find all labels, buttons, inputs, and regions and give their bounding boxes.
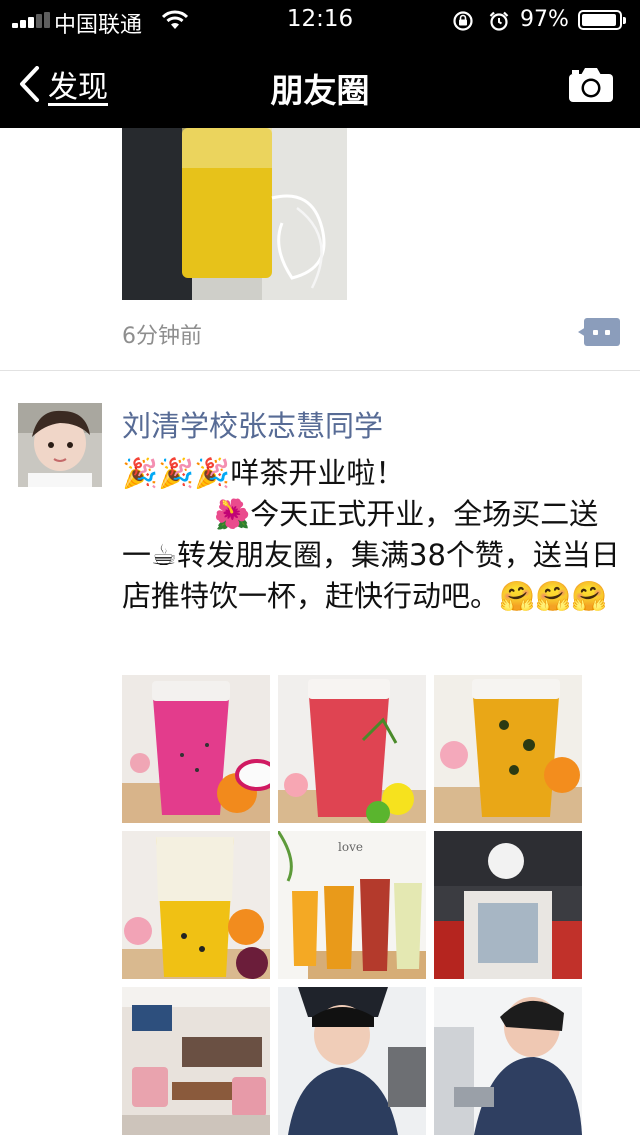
moments-feed[interactable]: 6分钟前 刘清学校张志慧同学 🎉🎉🎉咩茶开业啦！ 🌺今天正式开业，全场买二送一☕… bbox=[0, 128, 640, 1136]
rotation-lock-icon bbox=[453, 11, 473, 31]
navigation-bar: 发现 朋友圈 bbox=[0, 40, 640, 128]
photo-thumbnail[interactable] bbox=[122, 128, 347, 300]
post-author[interactable]: 刘清学校张志慧同学 bbox=[122, 403, 383, 445]
photo-thumbnail[interactable] bbox=[434, 831, 582, 979]
photo-thumbnail[interactable] bbox=[122, 675, 270, 823]
photo-thumbnail[interactable] bbox=[278, 675, 426, 823]
svg-text:love: love bbox=[338, 840, 363, 854]
photo-thumbnail[interactable] bbox=[434, 675, 582, 823]
page-title: 朋友圈 bbox=[270, 71, 370, 110]
post-divider bbox=[0, 370, 640, 371]
photo-thumbnail[interactable]: love bbox=[278, 831, 426, 979]
photo-thumbnail[interactable] bbox=[434, 987, 582, 1135]
post-text: 🎉🎉🎉咩茶开业啦！ 🌺今天正式开业，全场买二送一☕转发朋友圈，集满38个赞，送当… bbox=[122, 456, 620, 613]
post-timestamp: 6分钟前 bbox=[122, 324, 202, 349]
status-bar: 中国联通 12:16 97% bbox=[0, 0, 640, 40]
photo-thumbnail[interactable] bbox=[122, 831, 270, 979]
photo-thumbnail[interactable] bbox=[278, 987, 426, 1135]
battery-percent: 97% bbox=[520, 7, 569, 32]
avatar[interactable] bbox=[18, 403, 102, 487]
photo-thumbnail[interactable] bbox=[122, 987, 270, 1135]
battery-icon bbox=[578, 10, 626, 30]
alarm-icon bbox=[489, 11, 509, 31]
comment-icon[interactable] bbox=[578, 318, 620, 346]
camera-icon[interactable] bbox=[568, 67, 614, 103]
